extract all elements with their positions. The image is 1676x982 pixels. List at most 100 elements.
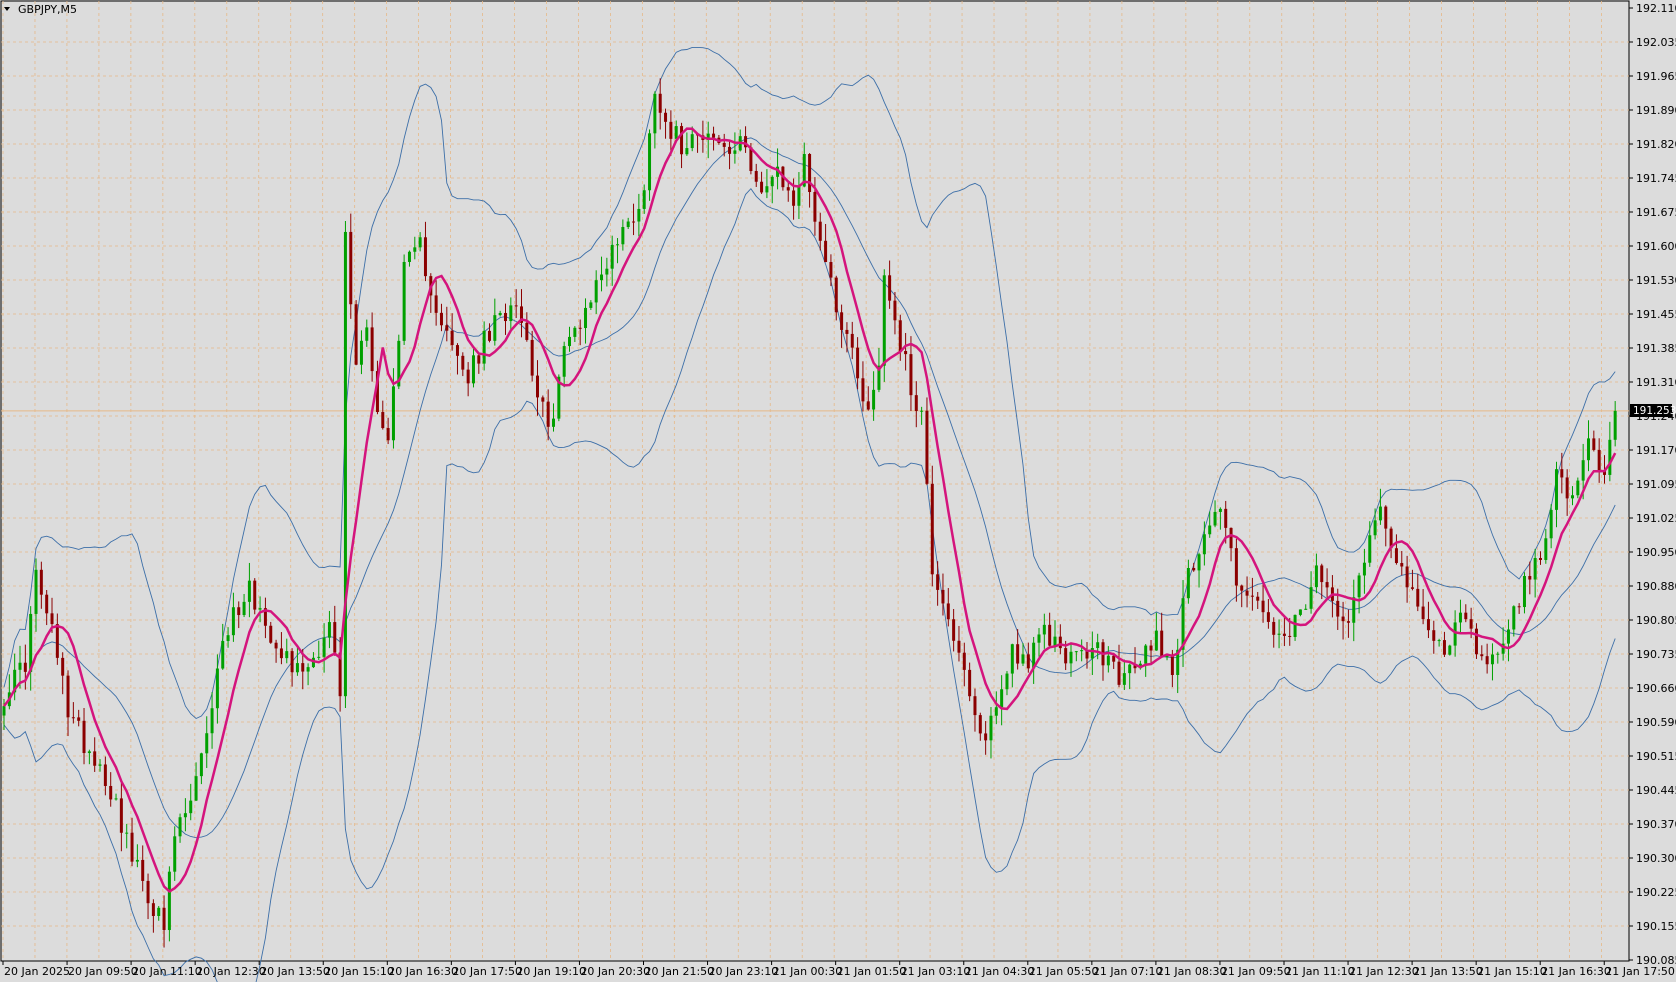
candle-body [658,93,662,113]
candle-body [856,347,860,379]
candle-body [1453,622,1457,646]
candle-body [872,389,876,410]
candle-body [1325,582,1329,588]
candle-body [82,720,86,754]
candle-body [1080,650,1084,652]
candle-body [829,262,833,278]
candle-body [530,339,534,376]
candle-body [1288,635,1292,637]
candle-body [1149,645,1153,651]
candle-body [1346,621,1350,623]
price-tick-label: 190.225 [1636,886,1676,899]
candle-body [914,395,918,411]
time-tick-label: 21 Jan 00:30 [773,965,843,978]
candle-body [1410,587,1414,589]
candle-body [882,275,886,366]
candle-body [365,327,369,341]
candle-body [786,187,790,191]
candle-body [471,355,475,384]
candle-body [199,753,203,777]
candle-body [1581,460,1585,481]
candle-body [333,622,337,653]
price-axis[interactable]: 192.110 192.035 191.965 191.890 191.820 191.7… [1629,2,1676,967]
candle-body [904,351,908,355]
candle-body [1533,558,1537,580]
candle-body [77,717,81,721]
price-tick-label: 191.530 [1636,274,1676,287]
candle-body [103,764,107,786]
price-tick-label: 190.300 [1636,852,1676,865]
price-tick-label: 191.675 [1636,206,1676,219]
candle-body [343,231,347,697]
time-tick-label: 20 Jan 20:30 [580,965,650,978]
candle-body [573,327,577,337]
candle-body [1554,469,1558,510]
price-chart[interactable]: 192.110 192.035 191.965 191.890 191.820 191.7… [0,0,1676,982]
candle-body [664,112,668,122]
candle-body [1586,438,1590,461]
candle-body [487,330,491,341]
candle-body [439,312,443,326]
candle-body [989,715,993,741]
candle-body [861,378,865,402]
candle-body [1352,597,1356,623]
price-tick-label: 190.950 [1636,546,1676,559]
price-tick-label: 191.170 [1636,444,1676,457]
candle-body [1304,608,1308,610]
candle-body [237,607,241,616]
candle-body [1336,600,1340,617]
candle-body [18,662,22,670]
price-tick-label: 190.155 [1636,920,1676,933]
candle-body [210,708,214,734]
price-tick-label: 191.965 [1636,70,1676,83]
candle-body [231,607,235,636]
candle-body [984,733,988,741]
chart-window[interactable]: 192.110 192.035 191.965 191.890 191.820 191.7… [0,0,1676,982]
candle-body [1448,645,1452,655]
candle-body [1512,606,1516,630]
candle-body [1160,630,1164,658]
candle-body [1202,534,1206,555]
price-tick-label: 190.660 [1636,682,1676,695]
candle-body [893,300,897,321]
candle-body [354,304,358,365]
candle-body [792,190,796,206]
candle-body [808,154,812,193]
candle-body [1282,633,1286,636]
candle-body [1122,673,1126,685]
candle-body [50,613,54,625]
candle-body [578,327,582,329]
candle-body [205,733,209,754]
candle-body [1400,563,1404,567]
candle-body [1042,624,1046,635]
candle-body [642,190,646,209]
candle-body [946,603,950,620]
candle-body [306,667,310,672]
candle-body [1064,648,1068,664]
candle-body [1192,567,1196,571]
candle-body [178,817,182,837]
candle-body [722,142,726,147]
candle-body [1437,640,1441,642]
candle-body [317,656,321,658]
candle-body [71,717,75,719]
candle-body [1592,438,1596,450]
candle-body [1128,664,1132,674]
candle-body [407,251,411,262]
time-tick-label: 20 Jan 17:50 [452,965,522,978]
candle-body [61,657,65,676]
candle-body [1373,520,1377,536]
price-tick-label: 191.745 [1636,172,1676,185]
candle-body [359,340,363,365]
candle-body [1506,629,1510,644]
time-tick-label: 21 Jan 09:50 [1221,965,1291,978]
plot-area[interactable] [0,0,1630,962]
candle-body [840,312,844,330]
candle-body [1037,634,1041,643]
candle-body [1368,535,1372,563]
candle-body [733,150,737,154]
candle-body [1378,506,1382,521]
candle-body [765,186,769,193]
candle-body [1608,439,1612,475]
candle-body [514,305,518,307]
